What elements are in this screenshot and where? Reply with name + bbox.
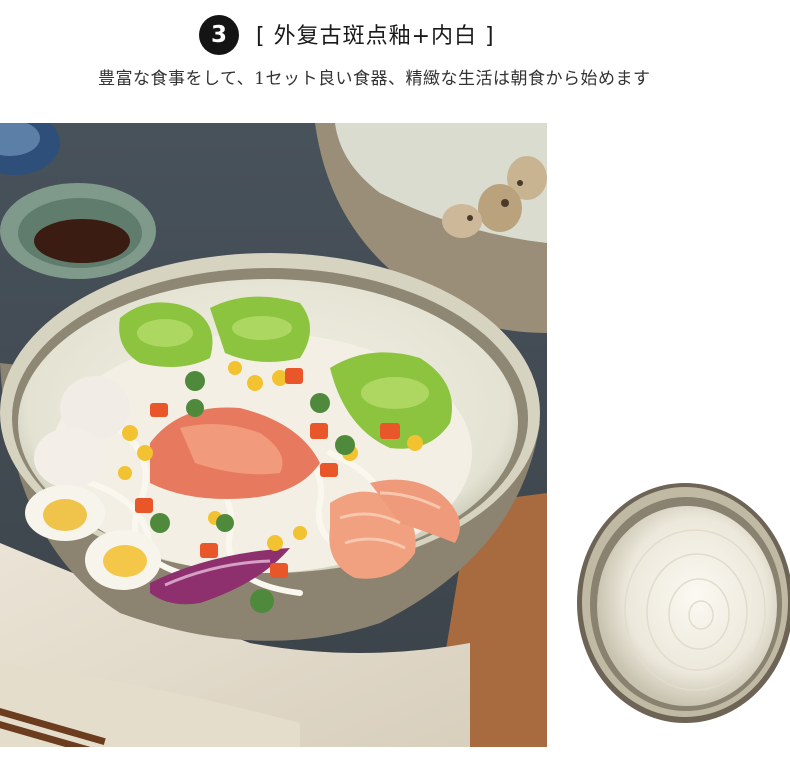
bowl-detail-photo: [575, 478, 790, 728]
step-number-badge: 3: [199, 15, 239, 55]
step-number: 3: [210, 22, 227, 48]
product-subtitle: 豊富な食事をして、1セット良い食器、精緻な生活は朝食から始めます: [98, 69, 651, 89]
main-product-photo: [0, 123, 547, 747]
product-title: [ 外复古斑点釉+内白 ]: [256, 24, 495, 49]
